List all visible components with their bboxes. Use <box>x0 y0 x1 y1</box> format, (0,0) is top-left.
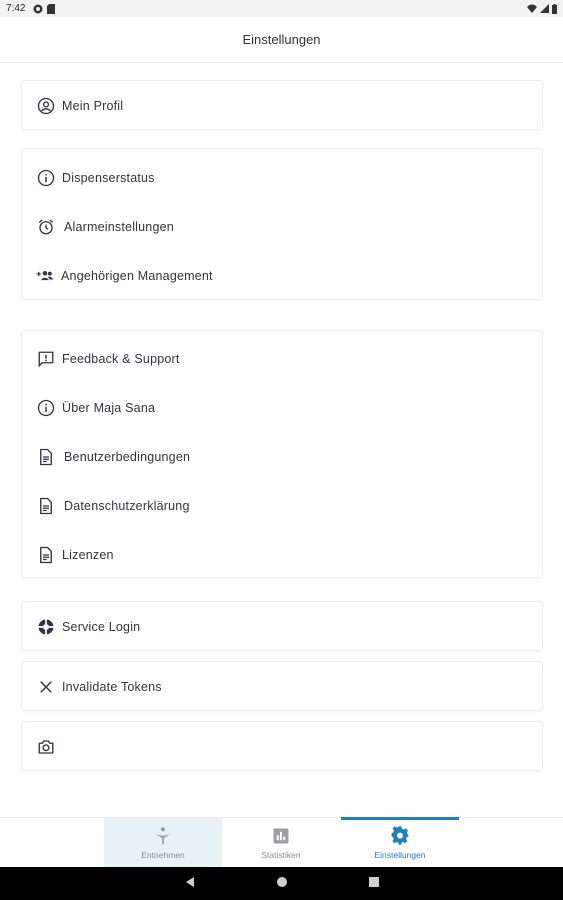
tokens-card: Invalidate Tokens <box>21 661 543 711</box>
alarmeinstellungen-label: Alarmeinstellungen <box>64 220 174 234</box>
benutzerbedingungen-label: Benutzerbedingungen <box>64 450 191 464</box>
lizenzen-label: Lizenzen <box>62 548 114 562</box>
nav-statistiken[interactable]: Statistiken <box>222 818 340 868</box>
app-notification-icon <box>33 4 43 13</box>
profile-card: Mein Profil <box>21 80 543 130</box>
nav-einstellungen-label: Einstellungen <box>374 850 426 860</box>
home-icon[interactable] <box>276 875 288 893</box>
service-login-item[interactable]: Service Login <box>36 615 140 639</box>
group-add-icon <box>34 266 56 286</box>
nav-entnehmen[interactable]: Entnehmen <box>104 818 222 868</box>
device-card: Dispenserstatus Alarmeinstellungen Angeh… <box>21 148 543 300</box>
invalidate-tokens-item[interactable]: Invalidate Tokens <box>36 675 162 699</box>
camera-card <box>21 721 543 771</box>
status-system-icons <box>527 3 557 14</box>
recents-icon[interactable] <box>368 875 380 893</box>
ueber-maja-sana-item[interactable]: Über Maja Sana <box>36 396 155 420</box>
signal-icon <box>540 4 549 13</box>
alarm-clock-icon <box>36 217 56 237</box>
document-icon <box>36 545 56 565</box>
sd-card-icon <box>47 3 56 14</box>
dispenserstatus-item[interactable]: Dispenserstatus <box>36 166 155 190</box>
angehoerigen-management-item[interactable]: Angehörigen Management <box>34 264 213 288</box>
nav-statistiken-label: Statistiken <box>261 850 301 860</box>
support-icon <box>36 617 56 637</box>
nav-entnehmen-label: Entnehmen <box>141 850 185 860</box>
bar-chart-icon <box>271 826 291 846</box>
page-title: Einstellungen <box>242 32 321 47</box>
info-icon <box>36 398 56 418</box>
angehoerigen-management-label: Angehörigen Management <box>61 269 213 283</box>
close-icon <box>36 677 56 697</box>
feedback-icon <box>36 349 56 369</box>
camera-item[interactable] <box>36 735 62 759</box>
status-time: 7:42 <box>6 3 26 14</box>
active-tab-indicator <box>341 817 459 820</box>
mein-profil-item[interactable]: Mein Profil <box>36 94 123 118</box>
camera-icon <box>36 737 56 757</box>
dispenserstatus-label: Dispenserstatus <box>62 171 155 185</box>
back-icon[interactable] <box>184 875 196 893</box>
datenschutzerklaerung-item[interactable]: Datenschutzerklärung <box>36 494 190 518</box>
mein-profil-label: Mein Profil <box>62 99 124 113</box>
datenschutzerklaerung-label: Datenschutzerklärung <box>64 499 190 513</box>
ueber-maja-sana-label: Über Maja Sana <box>62 401 156 415</box>
service-card: Service Login <box>21 601 543 651</box>
info-icon <box>36 168 56 188</box>
lizenzen-item[interactable]: Lizenzen <box>36 543 114 567</box>
status-bar: 7:42 <box>0 0 563 17</box>
battery-icon <box>552 3 557 14</box>
account-circle-icon <box>36 96 56 116</box>
alarmeinstellungen-item[interactable]: Alarmeinstellungen <box>36 215 174 239</box>
status-notification-icons <box>33 3 56 14</box>
app-bar: Einstellungen <box>0 17 563 63</box>
benutzerbedingungen-item[interactable]: Benutzerbedingungen <box>36 445 190 469</box>
feedback-support-label: Feedback & Support <box>62 352 180 366</box>
wifi-icon <box>527 4 537 13</box>
gear-icon <box>390 826 410 846</box>
bottom-navigation: Entnehmen Statistiken Einstellungen <box>0 817 563 868</box>
info-card: Feedback & Support Über Maja Sana Benutz… <box>21 330 543 578</box>
dispense-icon <box>153 826 173 846</box>
nav-einstellungen[interactable]: Einstellungen <box>341 817 459 868</box>
system-navigation-bar <box>0 867 563 900</box>
service-login-label: Service Login <box>62 620 141 634</box>
feedback-support-item[interactable]: Feedback & Support <box>36 347 180 371</box>
invalidate-tokens-label: Invalidate Tokens <box>62 680 162 694</box>
document-icon <box>36 447 56 467</box>
document-icon <box>36 496 56 516</box>
